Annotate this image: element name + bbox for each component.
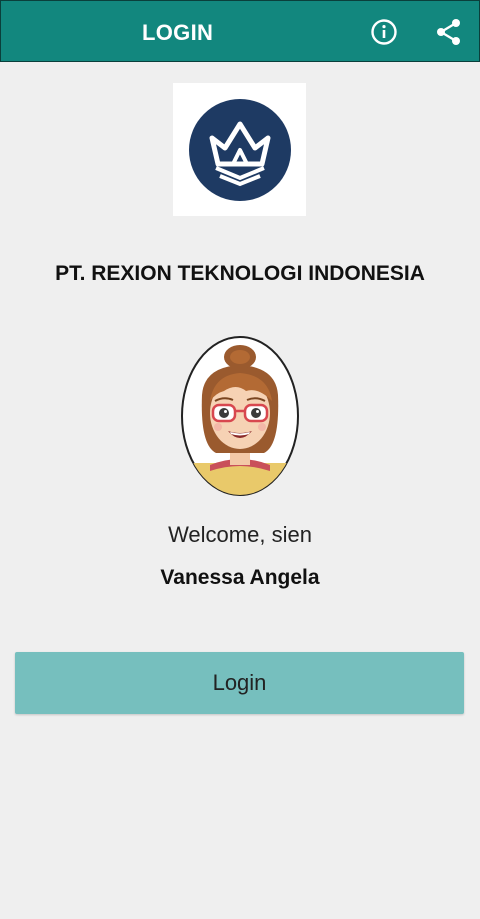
company-logo	[173, 83, 306, 216]
company-name: PT. REXION TEKNOLOGI INDONESIA	[55, 262, 425, 285]
crown-logo-icon	[188, 98, 291, 201]
app-bar-title: LOGIN	[142, 20, 214, 45]
share-icon[interactable]	[434, 17, 464, 47]
welcome-text: Welcome, sien	[168, 522, 312, 547]
login-screen: LOGIN PT. REXION TEKNOLOGI INDONESIA Wel…	[0, 0, 480, 919]
info-icon[interactable]	[369, 17, 399, 47]
user-name: Vanessa Angela	[160, 566, 320, 589]
login-button[interactable]: Login	[15, 652, 464, 714]
app-bar: LOGIN	[0, 0, 480, 62]
user-avatar	[180, 335, 300, 497]
